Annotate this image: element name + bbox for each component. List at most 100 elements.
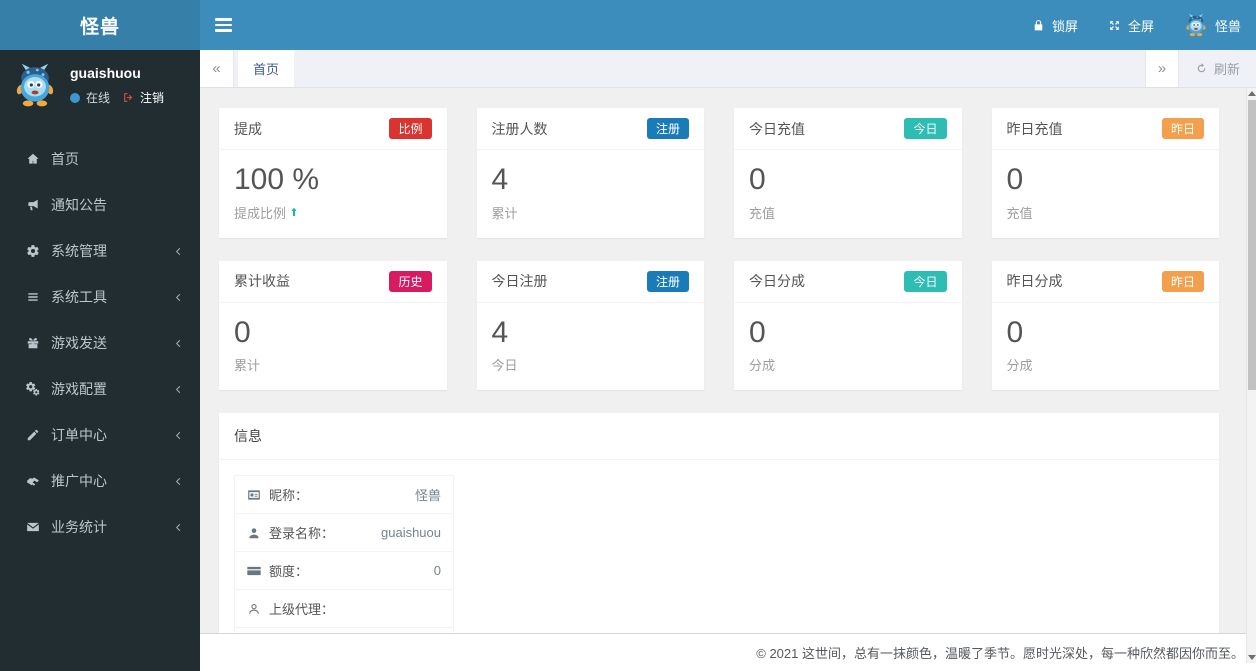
content-area: 提成 比例 100 % 提成比例 注册人数 注册 4 累计 今日充值 今日 0 … [200, 88, 1256, 671]
sidebar-menu-item-label: 游戏配置 [51, 381, 107, 397]
sidebar: guaishuou 在线 注销 首页 通知公告 系统管理 系统工具 游戏发送 游… [0, 50, 200, 671]
sidebar-menu-item[interactable]: 游戏发送 [0, 320, 200, 366]
refresh-icon [1195, 62, 1208, 75]
sidebar-menu-item[interactable]: 系统工具 [0, 274, 200, 320]
info-row: 上级代理： [235, 590, 453, 628]
status-badge: 昨日 [1161, 270, 1204, 292]
info-row-value: 怪兽 [414, 488, 441, 503]
credit-card-icon [247, 564, 261, 578]
home-icon [24, 152, 42, 166]
status-badge: 历史 [389, 270, 432, 292]
app-logo[interactable]: 怪兽 [0, 0, 200, 50]
stat-card: 昨日充值 昨日 0 充值 [991, 108, 1219, 238]
sidebar-menu-item[interactable]: 订单中心 [0, 412, 200, 458]
stat-card: 今日分成 今日 0 分成 [734, 260, 962, 390]
stat-card: 提成 比例 100 % 提成比例 [219, 108, 447, 238]
status-badge: 今日 [904, 118, 947, 139]
lock-screen-button[interactable]: 锁屏 [1017, 0, 1093, 50]
status-badge: 注册 [646, 270, 689, 292]
sidebar-menu-item-label: 业务统计 [51, 519, 107, 535]
stat-card-title: 提成 [234, 120, 262, 137]
stat-card-label: 充值 [749, 205, 776, 221]
stat-card-label: 充值 [1006, 205, 1033, 221]
id-card-icon [247, 488, 261, 502]
tabs-scroll-right-button[interactable]: » [1144, 50, 1179, 87]
username: guaishuou [70, 65, 141, 81]
logout-icon [122, 91, 135, 104]
pencil-icon [24, 428, 42, 442]
top-navbar: 怪兽 锁屏 全屏 怪兽 [0, 0, 1256, 50]
app-title: 怪兽 [79, 16, 120, 38]
sidebar-menu-item[interactable]: 游戏配置 [0, 366, 200, 412]
sidebar-menu-item[interactable]: 通知公告 [0, 182, 200, 228]
bullhorn-icon [24, 198, 42, 212]
stat-card-title: 今日充值 [749, 120, 805, 137]
stat-card-value: 4 [491, 315, 509, 349]
vertical-scrollbar[interactable] [1246, 88, 1256, 663]
refresh-label: 刷新 [1213, 62, 1240, 77]
stat-card-label: 分成 [1006, 358, 1033, 373]
arrow-up-icon [288, 206, 300, 218]
stat-card-title: 累计收益 [234, 273, 290, 289]
lock-screen-label: 锁屏 [1051, 18, 1078, 34]
info-row: 登录名称： guaishuou [235, 514, 453, 552]
info-row-value: guaishuou [381, 525, 441, 540]
sidebar-menu-item[interactable]: 推广中心 [0, 458, 200, 504]
footer: © 2021 这世间，总有一抹颜色，温暖了季节。愿时光深处，每一种欣然都因你而至… [200, 633, 1256, 671]
sidebar-menu-item-label: 推广中心 [51, 473, 107, 489]
info-row: 额度： 0 [235, 552, 453, 590]
hamburger-icon [214, 18, 232, 21]
stat-card-value: 0 [1006, 163, 1024, 196]
info-row-label: 登录名称： [269, 526, 335, 541]
chevron-left-icon [173, 384, 184, 395]
stat-card-label: 提成比例 [234, 205, 287, 221]
cogs-icon [24, 382, 42, 396]
chevron-left-icon [173, 246, 184, 257]
stat-card-title: 注册人数 [491, 120, 548, 137]
handshake-icon [24, 474, 42, 488]
scrollbar-up-arrow[interactable] [1247, 91, 1256, 96]
gear-icon [24, 244, 42, 258]
stat-card-value: 0 [749, 315, 766, 349]
tab-bar: « 首页 » 刷新 [200, 50, 1256, 88]
fullscreen-label: 全屏 [1127, 18, 1154, 34]
stat-card: 累计收益 历史 0 累计 [219, 260, 447, 390]
info-panel-title: 信息 [219, 413, 1219, 460]
stat-card-value: 4 [491, 163, 509, 196]
lock-icon [1032, 19, 1045, 32]
gift-icon [24, 336, 42, 350]
sidebar-menu-item[interactable]: 首页 [0, 136, 200, 182]
sidebar-menu-item-label: 首页 [51, 151, 79, 167]
refresh-button[interactable]: 刷新 [1179, 50, 1256, 87]
sidebar-menu: 首页 通知公告 系统管理 系统工具 游戏发送 游戏配置 订单中心 推广中心 业务… [0, 136, 200, 550]
info-row-label: 上级代理： [269, 602, 335, 617]
logout-link[interactable]: 注销 [140, 89, 164, 106]
footer-text: © 2021 这世间，总有一抹颜色，温暖了季节。愿时光深处，每一种欣然都因你而至… [756, 646, 1244, 661]
sidebar-menu-item-label: 游戏发送 [51, 335, 107, 351]
stat-card-label: 分成 [749, 358, 776, 373]
tabs-scroll-left-button[interactable]: « [200, 50, 234, 87]
stat-card: 注册人数 注册 4 累计 [476, 108, 704, 238]
online-status-dot [70, 92, 80, 103]
status-badge: 比例 [389, 118, 432, 139]
fullscreen-button[interactable]: 全屏 [1093, 0, 1169, 50]
user-menu[interactable]: 怪兽 [1169, 0, 1256, 50]
info-row-value: 0 [433, 563, 441, 578]
info-row-label: 昵称： [269, 488, 309, 503]
scrollbar-down-arrow[interactable] [1248, 655, 1256, 660]
info-row: 昵称： 怪兽 [235, 476, 453, 514]
sidebar-toggle-button[interactable] [200, 0, 246, 50]
chevron-left-icon [173, 430, 184, 441]
online-status-link[interactable]: 在线 [86, 89, 110, 106]
scrollbar-thumb[interactable] [1248, 100, 1256, 390]
stat-card-title: 昨日分成 [1006, 273, 1063, 289]
stat-card: 昨日分成 昨日 0 分成 [991, 260, 1219, 390]
stat-card-label: 今日 [491, 358, 518, 373]
user-outline-icon [247, 602, 261, 616]
stat-card-value: 0 [234, 315, 251, 349]
stat-card-value: 100 % [234, 163, 320, 196]
sidebar-menu-item[interactable]: 业务统计 [0, 504, 200, 550]
sidebar-menu-item[interactable]: 系统管理 [0, 228, 200, 274]
tab-home[interactable]: 首页 [238, 50, 295, 87]
sidebar-menu-item-label: 订单中心 [51, 427, 107, 443]
